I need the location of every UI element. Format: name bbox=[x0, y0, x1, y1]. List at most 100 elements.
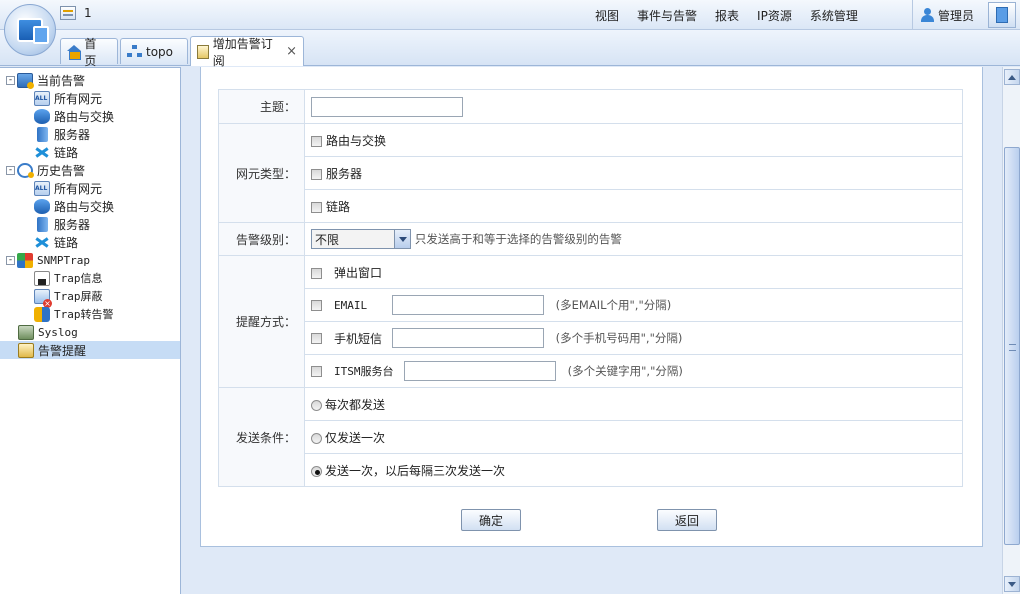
link-checkbox[interactable] bbox=[311, 201, 322, 213]
sms-option: 手机短信 bbox=[334, 331, 383, 346]
collapse-icon[interactable]: - bbox=[6, 255, 15, 265]
tree-item-label: Trap转告警 bbox=[54, 308, 114, 321]
tree-item-history-router-switch[interactable]: 路由与交换 bbox=[34, 197, 114, 215]
send-once-option: 仅发送一次 bbox=[325, 430, 386, 445]
send-interval-radio[interactable] bbox=[311, 465, 322, 477]
element-type-server-row: 服务器 bbox=[304, 156, 963, 190]
trap-convert-icon bbox=[34, 306, 50, 322]
tab-label: 增加告警订阅 bbox=[212, 36, 273, 68]
router-switch-checkbox[interactable] bbox=[311, 135, 322, 147]
link-icon bbox=[34, 235, 50, 250]
quick-alarm-count: 1 bbox=[84, 6, 92, 20]
tree-item-label: 链路 bbox=[54, 145, 79, 160]
send-interval-option: 发送一次，以后每隔三次发送一次 bbox=[325, 463, 506, 478]
link-icon bbox=[34, 145, 50, 160]
scroll-down-icon[interactable] bbox=[1004, 576, 1020, 592]
tab-add-alarm-subscription[interactable]: 增加告警订阅 × bbox=[190, 36, 304, 68]
user-name: 管理员 bbox=[938, 8, 975, 23]
all-elements-icon bbox=[34, 90, 50, 106]
server-option: 服务器 bbox=[326, 166, 363, 181]
menu-system-management[interactable]: 系统管理 bbox=[810, 7, 858, 24]
tree-item-trap-to-alarm[interactable]: Trap转告警 bbox=[34, 305, 114, 323]
email-hint: (多EMAIL个用","分隔) bbox=[555, 298, 672, 312]
menu-view[interactable]: 视图 bbox=[595, 7, 619, 24]
tree-item-label: Trap屏蔽 bbox=[54, 290, 103, 303]
tab-bar: 首 页 topo 增加告警订阅 × bbox=[0, 30, 1020, 68]
tree-item-current-alarm[interactable]: - 当前告警 bbox=[6, 71, 85, 89]
user-menu[interactable]: 管理员 bbox=[912, 0, 986, 30]
current-alarm-icon bbox=[17, 72, 34, 89]
itsm-input[interactable] bbox=[403, 361, 556, 381]
alarm-level-hint: 只发送高于和等于选择的告警级别的告警 bbox=[414, 232, 622, 246]
vertical-scrollbar[interactable] bbox=[1002, 67, 1020, 594]
notify-sms-row: 手机短信 (多个手机号码用","分隔) bbox=[304, 321, 963, 355]
popup-checkbox[interactable] bbox=[311, 267, 322, 279]
scroll-thumb[interactable] bbox=[1004, 147, 1020, 545]
notify-popup-row: 弹出窗口 bbox=[304, 255, 963, 289]
snmp-trap-icon bbox=[17, 252, 33, 268]
tree-item-label: 服务器 bbox=[54, 217, 91, 232]
subject-input[interactable] bbox=[311, 96, 463, 117]
email-checkbox[interactable] bbox=[311, 299, 322, 311]
send-every-radio[interactable] bbox=[311, 399, 322, 411]
alarm-level-label: 告警级别： bbox=[218, 222, 305, 256]
send-once-radio[interactable] bbox=[311, 432, 322, 444]
tree-item-label: 所有网元 bbox=[54, 181, 103, 196]
tree-item-label: 路由与交换 bbox=[54, 109, 115, 124]
collapse-icon[interactable]: - bbox=[6, 165, 15, 175]
server-icon bbox=[37, 216, 48, 232]
menu-reports[interactable]: 报表 bbox=[715, 7, 739, 24]
tree-item-label: 所有网元 bbox=[54, 91, 103, 106]
itsm-checkbox[interactable] bbox=[311, 365, 322, 377]
tree-item-current-all-elements[interactable]: 所有网元 bbox=[34, 89, 102, 107]
link-option: 链路 bbox=[326, 199, 351, 214]
notify-method-label: 提醒方式： bbox=[218, 255, 305, 388]
all-elements-icon bbox=[34, 180, 50, 196]
email-input[interactable] bbox=[391, 295, 544, 315]
app-logo bbox=[4, 4, 56, 56]
tree-item-current-router-switch[interactable]: 路由与交换 bbox=[34, 107, 114, 125]
tree-item-history-alarm[interactable]: - 历史告警 bbox=[6, 161, 85, 179]
email-option: EMAIL bbox=[334, 298, 368, 312]
tree-item-history-server[interactable]: 服务器 bbox=[34, 215, 90, 233]
logout-button[interactable] bbox=[988, 2, 1016, 28]
confirm-button[interactable]: 确定 bbox=[461, 509, 521, 531]
element-type-router-row: 路由与交换 bbox=[304, 123, 963, 157]
tree-item-label: 链路 bbox=[54, 235, 79, 250]
menu-events-alarms[interactable]: 事件与告警 bbox=[637, 7, 697, 24]
scroll-up-icon[interactable] bbox=[1004, 69, 1020, 85]
tree-item-snmp-trap[interactable]: - SNMPTrap bbox=[6, 251, 90, 269]
main-menu: 视图 事件与告警 报表 IP资源 系统管理 bbox=[595, 7, 858, 24]
alarm-level-select[interactable]: 不限 bbox=[311, 229, 411, 249]
sms-checkbox[interactable] bbox=[311, 332, 322, 344]
menu-ip-resources[interactable]: IP资源 bbox=[757, 7, 792, 24]
tab-topo[interactable]: topo bbox=[120, 38, 188, 64]
send-condition-label: 发送条件： bbox=[218, 387, 305, 487]
server-icon bbox=[37, 126, 48, 142]
chevron-down-icon[interactable] bbox=[394, 230, 410, 248]
tree-item-syslog[interactable]: Syslog bbox=[18, 323, 78, 341]
tree-item-current-server[interactable]: 服务器 bbox=[34, 125, 90, 143]
tree-item-trap-info[interactable]: Trap信息 bbox=[34, 269, 103, 287]
send-every-row: 每次都发送 bbox=[304, 387, 963, 421]
collapse-icon[interactable]: - bbox=[6, 75, 15, 85]
trap-block-icon bbox=[34, 288, 52, 308]
tree-item-current-link[interactable]: 链路 bbox=[34, 143, 78, 161]
top-bar: 1 视图 事件与告警 报表 IP资源 系统管理 管理员 bbox=[0, 0, 1020, 30]
tree-item-alarm-reminder[interactable]: 告警提醒 bbox=[0, 341, 180, 359]
popup-option: 弹出窗口 bbox=[334, 265, 383, 280]
sms-input[interactable] bbox=[391, 328, 544, 348]
tab-home[interactable]: 首 页 bbox=[60, 37, 118, 68]
sidebar-tree: - 当前告警 所有网元 路由与交换 服务器 链路 - 历史告警 所有网元 路由与… bbox=[0, 67, 181, 594]
tree-item-history-link[interactable]: 链路 bbox=[34, 233, 78, 251]
quick-alarm-indicator[interactable]: 1 bbox=[60, 6, 92, 20]
tab-label: topo bbox=[146, 44, 174, 59]
tree-item-history-all-elements[interactable]: 所有网元 bbox=[34, 179, 102, 197]
alarm-remind-icon bbox=[18, 342, 34, 358]
topology-icon bbox=[127, 45, 142, 58]
tree-item-trap-block[interactable]: Trap屏蔽 bbox=[34, 287, 103, 308]
user-icon bbox=[921, 8, 934, 22]
close-icon[interactable]: × bbox=[286, 44, 297, 59]
server-checkbox[interactable] bbox=[311, 168, 322, 180]
back-button[interactable]: 返回 bbox=[657, 509, 717, 531]
